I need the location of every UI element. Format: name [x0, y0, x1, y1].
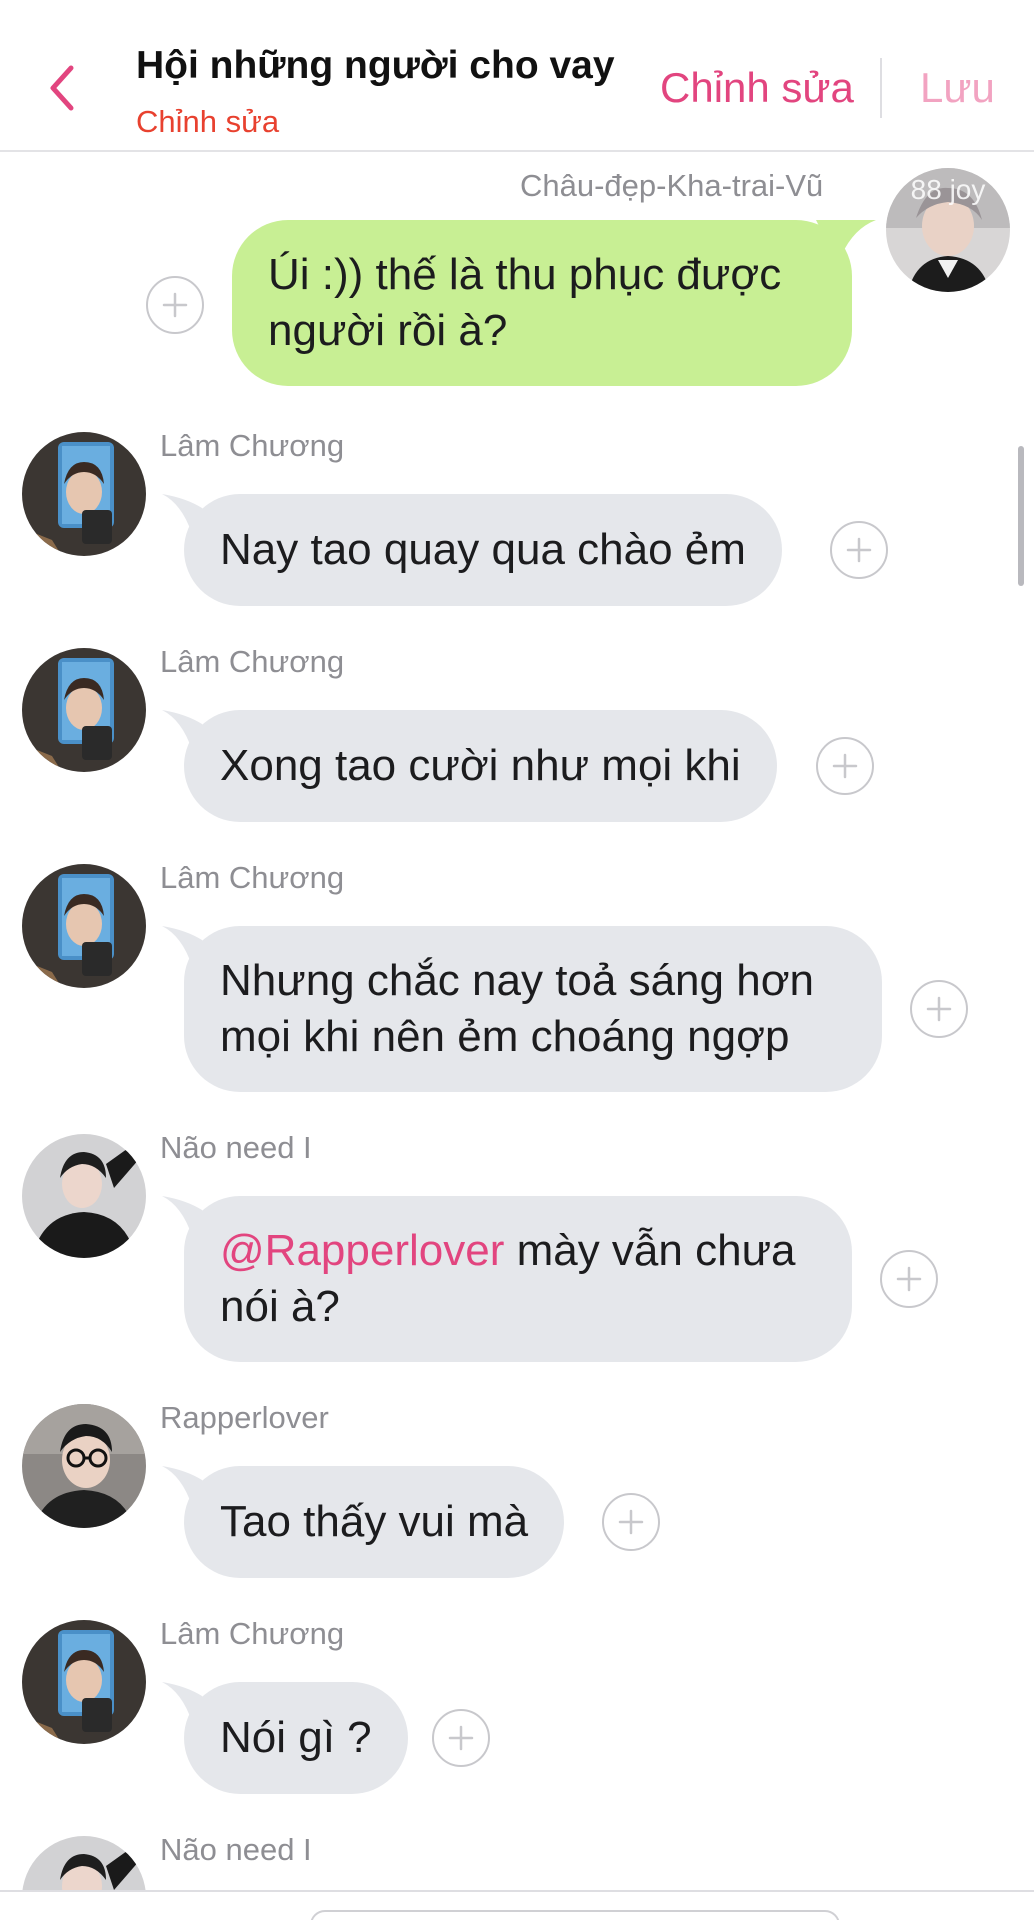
avatar-photo — [22, 1836, 146, 1890]
chevron-left-icon — [50, 65, 74, 111]
sender-name: Lâm Chương — [160, 428, 345, 463]
react-button[interactable] — [830, 521, 888, 579]
message-bubble[interactable]: Xong tao cười như mọi khi — [162, 710, 777, 822]
chat-header: Hội những người cho vay Chỉnh sửa Chỉnh … — [0, 0, 1034, 152]
bubble-tail — [816, 220, 876, 264]
message-bubble[interactable]: Tao thấy vui mà — [162, 1466, 565, 1578]
group-subtitle[interactable]: Chỉnh sửa — [136, 104, 279, 140]
header-divider — [880, 58, 882, 118]
message-text: Nhưng chắc nay toả sáng hơn mọi khi nên … — [220, 956, 815, 1061]
bubble-tail — [162, 710, 222, 750]
user-mention[interactable]: @Rapperlover — [220, 1226, 504, 1275]
react-button[interactable] — [816, 737, 874, 795]
message-bubble[interactable]: Nhưng chắc nay toả sáng hơn mọi khi nên … — [162, 926, 882, 1092]
message-text: Tao thấy vui mà — [220, 1497, 529, 1546]
message-row: Não need I @Rapperlover mày vẫn chưa nói… — [0, 1126, 1034, 1366]
bubble-tail — [162, 1682, 222, 1722]
message-row: Rapperlover Tao thấy vui mà — [0, 1396, 1034, 1578]
message-list[interactable]: Châu-đẹp-Kha-trai-Vũ 88 joy Úi :)) thế l… — [0, 154, 1034, 1890]
avatar[interactable] — [22, 1404, 146, 1528]
avatar[interactable] — [22, 1836, 146, 1890]
message-text: Nay tao quay qua chào ẻm — [220, 525, 746, 574]
avatar-photo — [22, 432, 146, 556]
sender-name: Não need I — [160, 1130, 312, 1165]
scrollbar[interactable] — [1018, 446, 1024, 586]
react-button[interactable] — [146, 276, 204, 334]
bubble-tail — [162, 494, 222, 534]
avatar[interactable] — [22, 864, 146, 988]
avatar[interactable] — [22, 432, 146, 556]
message-row: Lâm Chương Nhưng chắc nay toả sáng hơn m… — [0, 856, 1034, 1096]
sender-name: Lâm Chương — [160, 860, 345, 895]
plus-icon — [926, 996, 952, 1022]
avatar[interactable] — [22, 1620, 146, 1744]
avatar[interactable] — [22, 648, 146, 772]
avatar-photo — [22, 1620, 146, 1744]
avatar-photo — [22, 864, 146, 988]
edit-button[interactable]: Chỉnh sửa — [660, 64, 854, 112]
message-bubble[interactable]: Úi :)) thế là thu phục được người rồi à? — [232, 220, 876, 386]
react-button[interactable] — [880, 1250, 938, 1308]
avatar-photo — [22, 1134, 146, 1258]
plus-icon — [846, 537, 872, 563]
plus-icon — [832, 753, 858, 779]
message-bubble[interactable]: @Rapperlover mày vẫn chưa nói à? — [162, 1196, 852, 1362]
message-row: Lâm Chương Xong tao cười như mọi khi — [0, 640, 1034, 822]
message-text: Úi :)) thế là thu phục được người rồi à? — [268, 250, 782, 355]
avatar-overlay-text: 88 joy — [910, 174, 986, 205]
message-row: Lâm Chương Nói gì ? — [0, 1612, 1034, 1794]
plus-icon — [162, 292, 188, 318]
message-row: Não need I — [0, 1828, 1034, 1890]
avatar[interactable] — [22, 1134, 146, 1258]
avatar-photo — [22, 1404, 146, 1528]
sender-name: Lâm Chương — [160, 1616, 345, 1651]
message-row: Châu-đẹp-Kha-trai-Vũ 88 joy Úi :)) thế l… — [0, 154, 1034, 394]
plus-icon — [618, 1509, 644, 1535]
group-title: Hội những người cho vay — [136, 44, 615, 87]
message-text: @Rapperlover mày vẫn chưa nói à? — [220, 1223, 816, 1335]
bubble-tail — [162, 926, 222, 966]
message-bubble[interactable]: Nay tao quay qua chào ẻm — [162, 494, 782, 606]
save-button[interactable]: Lưu — [920, 64, 995, 112]
sender-name: Châu-đẹp-Kha-trai-Vũ — [520, 168, 824, 203]
message-bubble[interactable]: Nói gì ? — [162, 1682, 408, 1794]
sender-name: Lâm Chương — [160, 644, 345, 679]
avatar-photo — [22, 648, 146, 772]
message-text: Xong tao cười như mọi khi — [220, 741, 741, 790]
react-button[interactable] — [602, 1493, 660, 1551]
plus-icon — [896, 1266, 922, 1292]
message-text: Nói gì ? — [220, 1713, 372, 1762]
back-button[interactable] — [40, 62, 84, 114]
sender-name: Não need I — [160, 1832, 312, 1867]
bubble-tail — [162, 1196, 222, 1236]
message-row: Lâm Chương Nay tao quay qua chào ẻm — [0, 424, 1034, 606]
sender-name: Rapperlover — [160, 1400, 329, 1435]
plus-icon — [448, 1725, 474, 1751]
react-button[interactable] — [910, 980, 968, 1038]
input-pill[interactable] — [310, 1910, 840, 1920]
bubble-tail — [162, 1466, 222, 1506]
react-button[interactable] — [432, 1709, 490, 1767]
avatar[interactable]: 88 joy — [886, 168, 1010, 292]
